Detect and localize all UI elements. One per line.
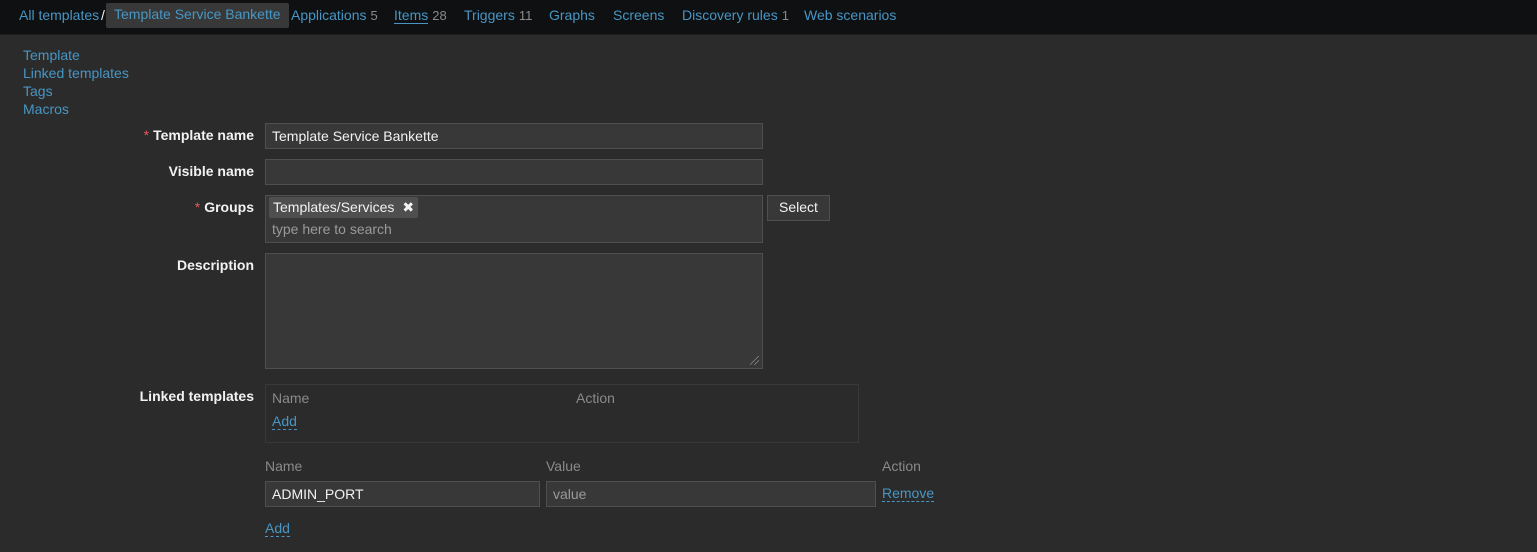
tab-screens[interactable]: Screens (613, 7, 664, 23)
tab-applications-label: Applications (291, 7, 367, 23)
tab-applications-count: 5 (370, 8, 378, 23)
tab-applications[interactable]: Applications 5 (291, 7, 378, 23)
tab-web-scenarios-label: Web scenarios (804, 7, 897, 23)
required-mark: * (194, 199, 201, 215)
breadcrumb-current-template[interactable]: Template Service Bankette (106, 3, 289, 28)
visible-name-label: Visible name (168, 163, 254, 179)
tab-discovery-rules-label: Discovery rules (682, 7, 778, 23)
tab-web-scenarios[interactable]: Web scenarios (804, 7, 896, 23)
macro-name-input[interactable]: ADMIN_PORT (265, 481, 540, 507)
groups-search-input[interactable]: type here to search (272, 221, 392, 237)
tab-graphs-label: Graphs (549, 7, 595, 23)
linked-add-link[interactable]: Add (272, 413, 297, 430)
linked-templates-label: Linked templates (139, 388, 254, 404)
select-button[interactable]: Select (767, 195, 830, 221)
group-chip-label: Templates/Services (273, 199, 395, 215)
breadcrumb-separator: / (101, 7, 105, 23)
groups-label: * Groups (194, 199, 254, 215)
remove-icon[interactable]: ✖ (402, 199, 414, 215)
top-navigation: All templates / Template Service Bankett… (0, 0, 1537, 35)
tab-triggers-label: Triggers (464, 7, 515, 23)
tab-graphs[interactable]: Graphs (549, 7, 595, 23)
linked-templates-table (265, 384, 859, 443)
macros-col-action: Action (882, 458, 921, 474)
template-name-input[interactable]: Template Service Bankette (265, 123, 763, 149)
description-label: Description (176, 257, 254, 273)
tab-items-count: 28 (432, 8, 447, 23)
visible-name-input[interactable] (265, 159, 763, 185)
macros-col-name: Name (265, 458, 303, 474)
resize-handle-icon[interactable] (750, 356, 759, 365)
tab-discovery-rules-count: 1 (781, 8, 789, 23)
macros-col-value: Value (546, 458, 581, 474)
tab-items[interactable]: Items 28 (394, 7, 447, 24)
macro-remove-link[interactable]: Remove (882, 485, 935, 502)
tab-screens-label: Screens (613, 7, 665, 23)
linked-col-action: Action (576, 390, 615, 406)
tab-items-label: Items (394, 7, 429, 24)
section-link-template[interactable]: Template (23, 46, 129, 64)
section-link-linked-templates[interactable]: Linked templates (23, 64, 129, 82)
section-link-macros[interactable]: Macros (23, 100, 129, 118)
section-links: Template Linked templates Tags Macros (23, 46, 129, 118)
breadcrumb-all-templates[interactable]: All templates (19, 7, 99, 23)
group-chip: Templates/Services ✖ (269, 197, 419, 218)
tab-triggers[interactable]: Triggers 11 (464, 7, 532, 23)
template-name-label: * Template name (143, 127, 254, 143)
macro-value-input[interactable]: value (546, 481, 876, 507)
linked-col-name: Name (272, 390, 310, 406)
description-textarea[interactable] (265, 253, 763, 369)
tab-discovery-rules[interactable]: Discovery rules 1 (682, 7, 789, 23)
tab-triggers-count: 11 (518, 8, 533, 23)
section-link-tags[interactable]: Tags (23, 82, 129, 100)
macros-add-link[interactable]: Add (265, 520, 290, 537)
required-mark: * (143, 127, 150, 143)
